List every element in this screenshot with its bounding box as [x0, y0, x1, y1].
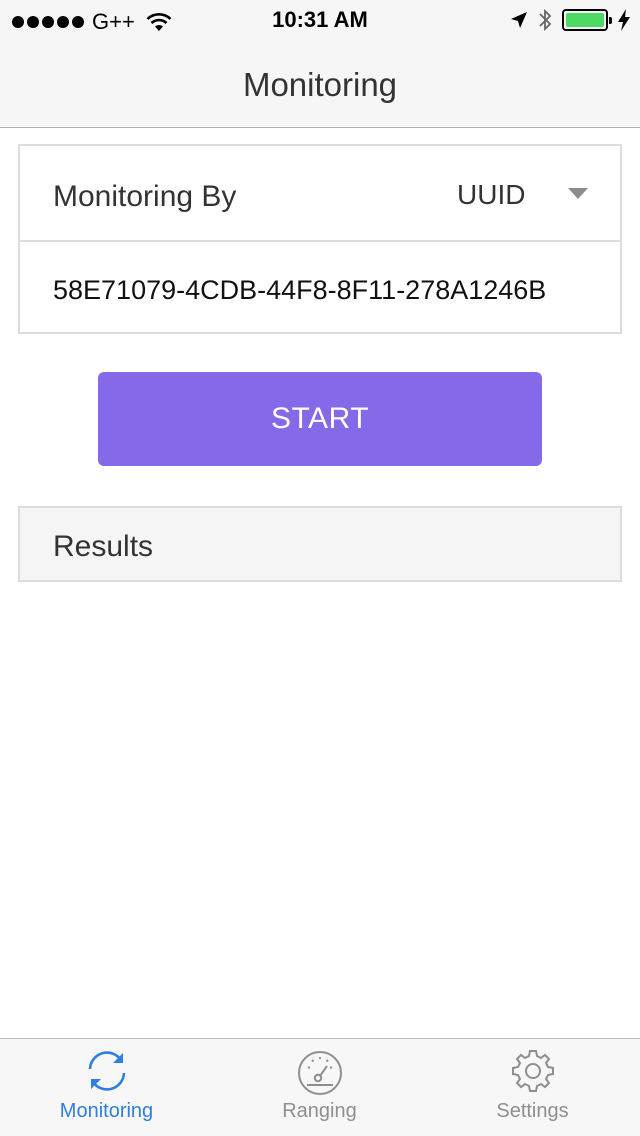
monitoring-by-value[interactable]: UUID	[457, 179, 525, 211]
tab-bar: Monitoring Ranging Settings	[0, 1038, 640, 1136]
screen: G++ 10:31 AM Monitoring Monitoring By UU…	[0, 0, 640, 1136]
page-title: Monitoring	[242, 66, 398, 103]
start-button[interactable]: START	[98, 372, 542, 466]
location-arrow-icon	[511, 12, 527, 28]
results-section: Results	[18, 506, 622, 582]
battery-icon	[562, 9, 612, 31]
chevron-down-icon[interactable]	[568, 188, 588, 199]
monitoring-form: Monitoring By UUID	[18, 144, 622, 334]
tab-monitoring[interactable]: Monitoring	[0, 1039, 213, 1136]
uuid-input[interactable]	[53, 272, 583, 308]
bluetooth-icon	[539, 8, 552, 32]
tab-ranging[interactable]: Ranging	[213, 1039, 426, 1136]
tab-settings[interactable]: Settings	[426, 1039, 639, 1136]
speedometer-icon	[297, 1051, 342, 1095]
tab-settings-label: Settings	[496, 1100, 569, 1122]
gear-icon	[511, 1050, 554, 1092]
results-title: Results	[53, 530, 154, 563]
monitoring-by-select[interactable]: Monitoring By UUID	[20, 146, 620, 242]
status-bar: G++ 10:31 AM	[0, 0, 640, 40]
battery-tip	[609, 17, 612, 24]
navigation-bar: Monitoring	[0, 40, 640, 128]
tab-monitoring-label: Monitoring	[59, 1100, 154, 1122]
monitoring-by-label: Monitoring By	[53, 180, 237, 213]
refresh-icon	[88, 1051, 125, 1091]
tab-ranging-label: Ranging	[282, 1100, 357, 1122]
battery-fill	[566, 13, 604, 27]
status-right	[510, 8, 630, 32]
charging-bolt-icon	[618, 9, 630, 31]
